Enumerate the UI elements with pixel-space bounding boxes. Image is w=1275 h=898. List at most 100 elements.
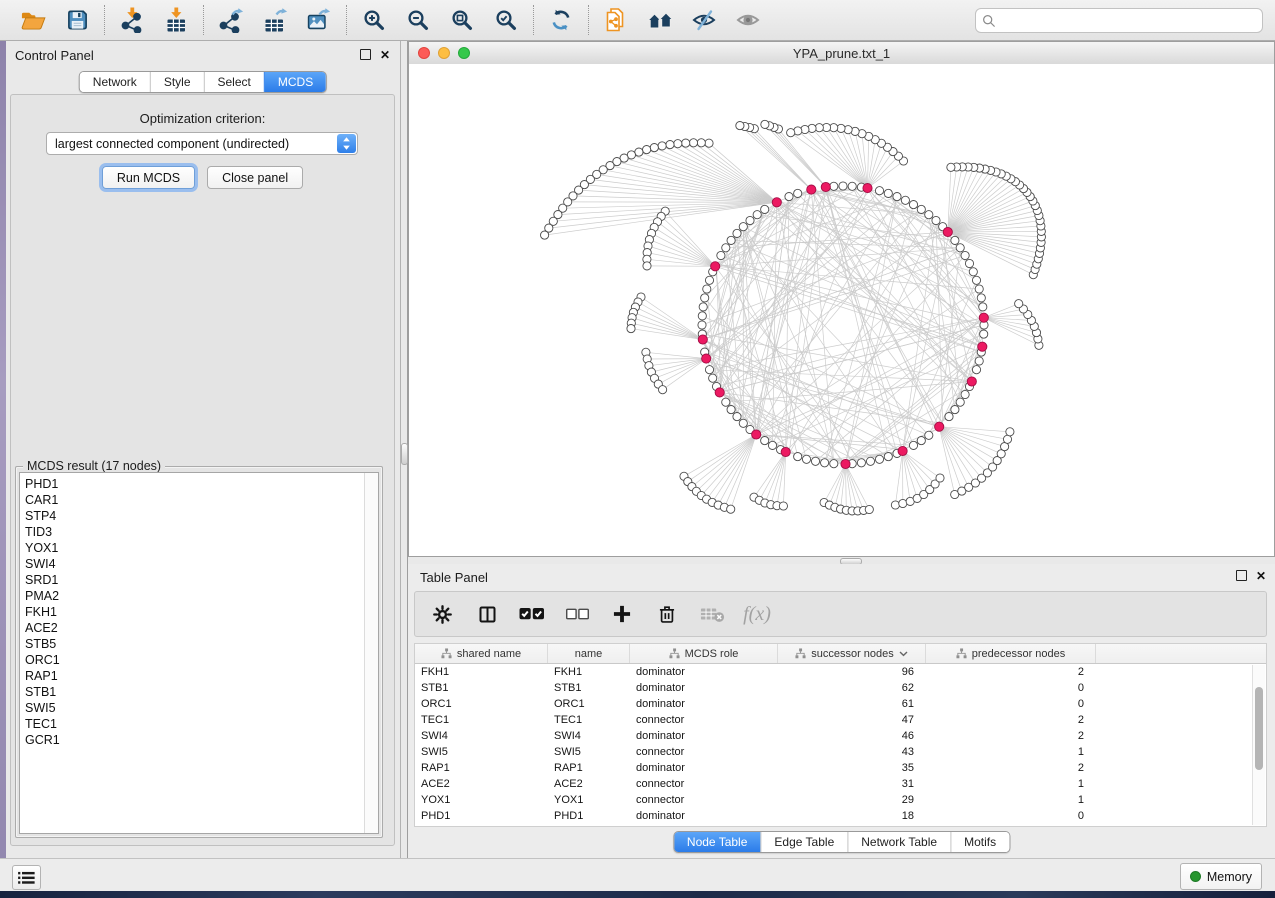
table-scrollbar[interactable] <box>1252 665 1265 825</box>
vertical-splitter[interactable] <box>401 41 408 858</box>
import-table-icon[interactable] <box>162 6 190 34</box>
cell-mcds-role: connector <box>630 746 778 758</box>
import-network-icon[interactable] <box>118 6 146 34</box>
create-column-icon[interactable] <box>609 600 635 628</box>
shared-column-icon <box>956 648 967 659</box>
show-columns-icon[interactable] <box>474 600 500 628</box>
mcds-result-groupbox: MCDS result (17 nodes) PHD1CAR1STP4TID3Y… <box>15 466 383 838</box>
table-row[interactable]: ORC1ORC1dominator610 <box>415 696 1266 712</box>
network-from-selection-icon[interactable] <box>602 6 630 34</box>
first-neighbors-icon[interactable] <box>646 6 674 34</box>
float-panel-icon[interactable] <box>360 49 371 60</box>
column-header-shared-name[interactable]: shared name <box>415 644 548 663</box>
cell-shared-name: YOX1 <box>415 794 548 806</box>
mcds-result-item[interactable]: ACE2 <box>20 620 364 636</box>
mcds-result-item[interactable]: STB1 <box>20 684 364 700</box>
zoom-out-icon[interactable] <box>404 6 432 34</box>
table-row[interactable]: SWI4SWI4dominator462 <box>415 728 1266 744</box>
shared-column-icon <box>795 648 806 659</box>
tab-select[interactable]: Select <box>204 72 264 92</box>
tab-motifs[interactable]: Motifs <box>950 832 1009 852</box>
table-row[interactable]: STB1STB1dominator620 <box>415 680 1266 696</box>
cell-name: ACE2 <box>548 778 630 790</box>
deselect-all-icon[interactable] <box>564 600 590 628</box>
tab-style[interactable]: Style <box>150 72 204 92</box>
mcds-result-item[interactable]: FKH1 <box>20 604 364 620</box>
mcds-result-item[interactable]: TID3 <box>20 524 364 540</box>
table-row[interactable]: TEC1TEC1connector472 <box>415 712 1266 728</box>
memory-button[interactable]: Memory <box>1180 863 1262 890</box>
tab-node-table[interactable]: Node Table <box>674 832 761 852</box>
mcds-result-scrollbar[interactable] <box>364 473 378 833</box>
criterion-dropdown[interactable]: largest connected component (undirected) <box>46 132 358 155</box>
mcds-result-item[interactable]: PHD1 <box>20 476 364 492</box>
column-header-mcds-role[interactable]: MCDS role <box>630 644 778 663</box>
cell-shared-name: FKH1 <box>415 666 548 678</box>
table-row[interactable]: RAP1RAP1dominator352 <box>415 760 1266 776</box>
table-row[interactable]: PHD1PHD1dominator180 <box>415 808 1266 824</box>
search-field[interactable] <box>975 8 1263 33</box>
list-icon <box>18 871 35 885</box>
column-header-successor-nodes[interactable]: successor nodes <box>778 644 926 663</box>
delete-columns-icon[interactable] <box>654 600 680 628</box>
column-label: shared name <box>457 648 521 660</box>
mcds-result-item[interactable]: ORC1 <box>20 652 364 668</box>
close-panel-icon[interactable]: ✕ <box>380 50 390 60</box>
cell-mcds-role: connector <box>630 794 778 806</box>
mcds-result-item[interactable]: SWI5 <box>20 700 364 716</box>
run-mcds-button[interactable]: Run MCDS <box>102 166 195 189</box>
cell-successor-nodes: 62 <box>778 682 926 694</box>
close-panel-icon[interactable]: ✕ <box>1256 571 1266 581</box>
table-panel-title: Table Panel <box>420 570 488 585</box>
table-mode-icon[interactable] <box>429 600 455 628</box>
mcds-result-item[interactable]: CAR1 <box>20 492 364 508</box>
mcds-result-item[interactable]: SWI4 <box>20 556 364 572</box>
tab-mcds[interactable]: MCDS <box>264 72 326 92</box>
export-image-icon[interactable] <box>305 6 333 34</box>
table-row[interactable]: ACE2ACE2connector311 <box>415 776 1266 792</box>
cell-name: YOX1 <box>548 794 630 806</box>
table-scrollbar-thumb[interactable] <box>1255 687 1263 770</box>
select-all-icon[interactable] <box>519 600 545 628</box>
float-panel-icon[interactable] <box>1236 570 1247 581</box>
cell-successor-nodes: 61 <box>778 698 926 710</box>
close-panel-button[interactable]: Close panel <box>207 166 303 189</box>
mcds-result-item[interactable]: RAP1 <box>20 668 364 684</box>
fit-content-icon[interactable] <box>448 6 476 34</box>
search-input[interactable] <box>996 13 1256 29</box>
cell-successor-nodes: 43 <box>778 746 926 758</box>
tab-edge-table[interactable]: Edge Table <box>760 832 847 852</box>
horizontal-splitter[interactable] <box>408 557 1275 564</box>
show-all-icon[interactable] <box>734 6 762 34</box>
mcds-result-item[interactable]: STP4 <box>20 508 364 524</box>
mcds-result-item[interactable]: PMA2 <box>20 588 364 604</box>
table-row[interactable]: YOX1YOX1connector291 <box>415 792 1266 808</box>
open-session-icon[interactable] <box>19 6 47 34</box>
mcds-result-item[interactable]: YOX1 <box>20 540 364 556</box>
task-history-button[interactable] <box>12 865 41 890</box>
mcds-result-item[interactable]: TEC1 <box>20 716 364 732</box>
splitter-grip[interactable] <box>401 443 408 465</box>
save-session-icon[interactable] <box>63 6 91 34</box>
zoom-in-icon[interactable] <box>360 6 388 34</box>
cell-shared-name: ORC1 <box>415 698 548 710</box>
tab-network-table[interactable]: Network Table <box>847 832 950 852</box>
export-network-icon[interactable] <box>217 6 245 34</box>
table-row[interactable]: SWI5SWI5connector431 <box>415 744 1266 760</box>
mcds-result-item[interactable]: STB5 <box>20 636 364 652</box>
table-header-row: shared name nameMCDS rolesuccessor nodesp… <box>415 644 1266 664</box>
network-canvas[interactable] <box>409 64 1274 556</box>
export-table-icon[interactable] <box>261 6 289 34</box>
column-header-name[interactable]: name <box>548 644 630 663</box>
column-header-filler <box>1096 644 1266 663</box>
hide-selected-icon[interactable] <box>690 6 718 34</box>
toolbar-group <box>105 6 203 34</box>
column-header-predecessor-nodes[interactable]: predecessor nodes <box>926 644 1096 663</box>
mcds-result-item[interactable]: GCR1 <box>20 732 364 748</box>
mcds-result-item[interactable]: SRD1 <box>20 572 364 588</box>
tab-network[interactable]: Network <box>80 72 150 92</box>
toolbar-group <box>534 6 588 34</box>
layout-refresh-icon[interactable] <box>547 6 575 34</box>
zoom-selected-icon[interactable] <box>492 6 520 34</box>
table-row[interactable]: FKH1FKH1dominator962 <box>415 664 1266 680</box>
